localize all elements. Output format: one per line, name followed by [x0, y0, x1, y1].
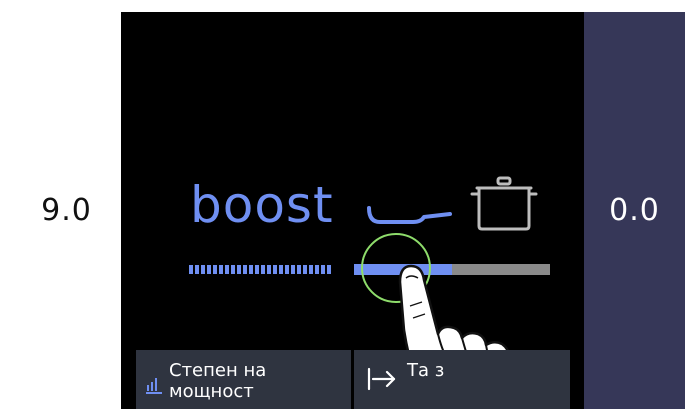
- power-boost-indicator: [189, 265, 333, 274]
- power-bars-icon: [146, 378, 162, 394]
- pot-icon[interactable]: [469, 175, 539, 231]
- power-level-label: Степен на мощност: [169, 360, 267, 402]
- cooktop-display: 9.0 0.0 boost Степен на мощност Та з: [12, 12, 685, 409]
- zone-left-value: 9.0: [41, 193, 92, 228]
- pan-icon[interactable]: [366, 205, 452, 227]
- device-frame: 9.0 0.0 boost Степен на мощност Та з: [0, 0, 697, 414]
- zone-right-panel[interactable]: 0.0: [584, 12, 685, 409]
- transfer-label: Та з: [407, 360, 445, 381]
- power-level-button[interactable]: Степен на мощност: [136, 350, 351, 409]
- zone-left-panel[interactable]: 9.0: [12, 12, 121, 409]
- boost-label: boost: [190, 176, 334, 234]
- transfer-arrow-icon: [367, 367, 396, 391]
- transfer-button[interactable]: Та з: [354, 350, 570, 409]
- zone-right-value: 0.0: [609, 193, 660, 228]
